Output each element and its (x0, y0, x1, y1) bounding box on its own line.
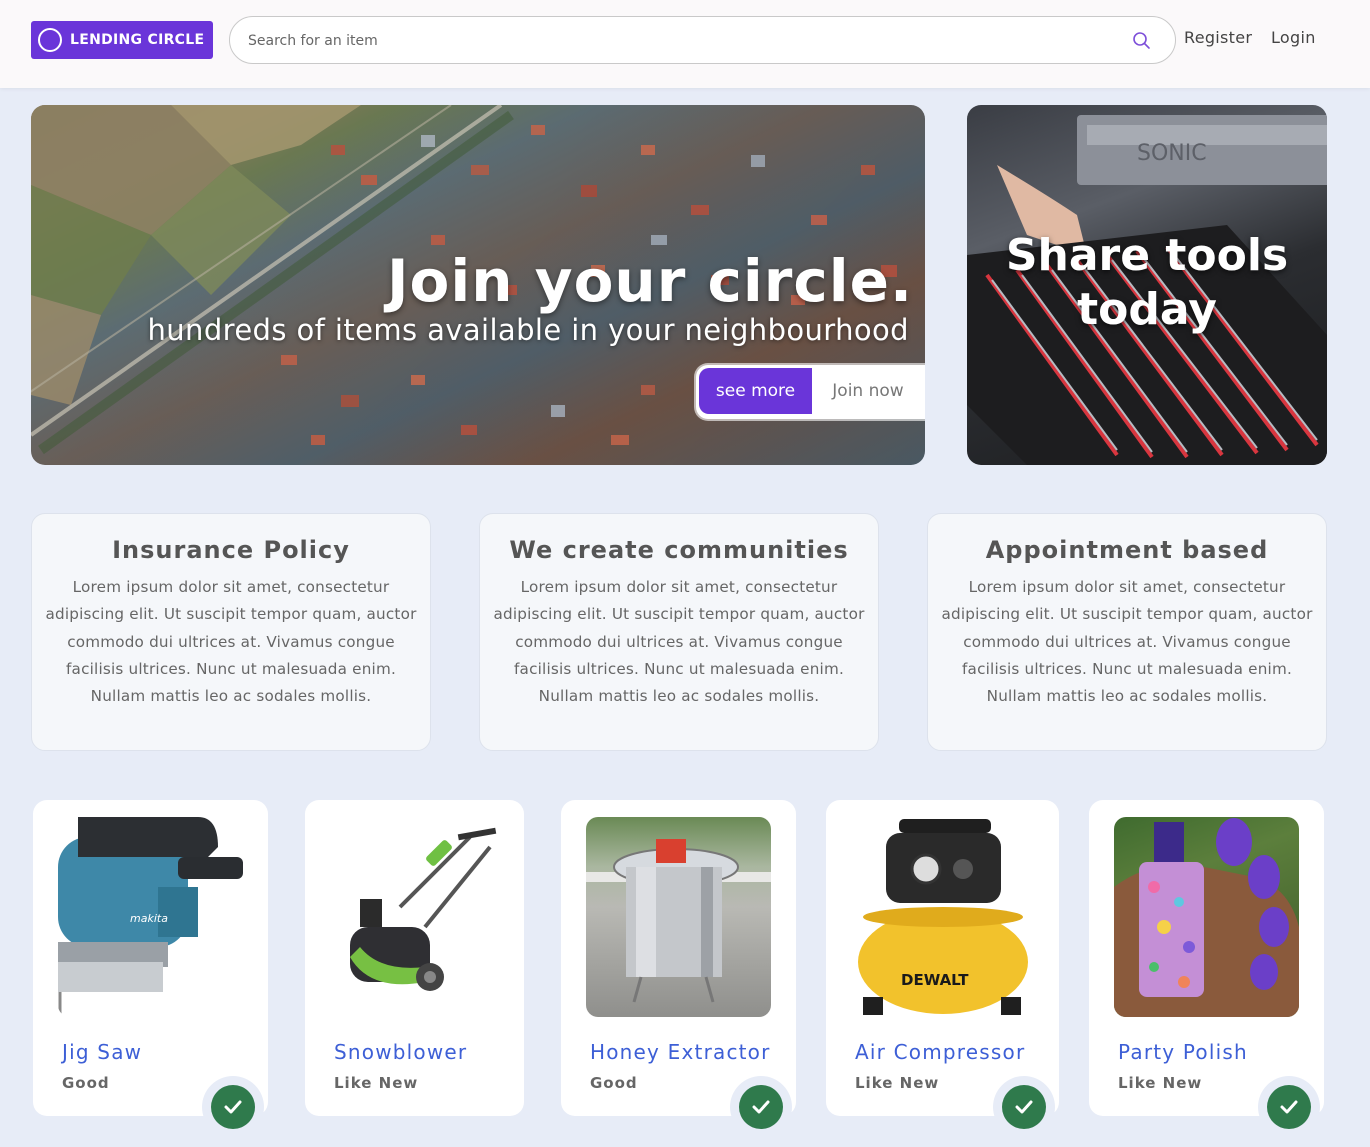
available-badge (993, 1076, 1055, 1138)
item-condition: Good (62, 1074, 110, 1092)
item-name[interactable]: Jig Saw (62, 1040, 142, 1064)
item-condition: Good (590, 1074, 638, 1092)
checkmark-icon (739, 1085, 783, 1129)
logo-text: LENDING CIRCLE (70, 32, 205, 48)
nail-polish-image (1114, 817, 1299, 1017)
search-bar (229, 16, 1176, 64)
toolbox-brand-text: SONIC (1137, 141, 1207, 166)
search-input[interactable] (248, 29, 1108, 53)
login-link[interactable]: Login (1271, 28, 1316, 47)
item-name[interactable]: Honey Extractor (590, 1040, 771, 1064)
register-link[interactable]: Register (1184, 28, 1252, 47)
circle-logo-icon (38, 28, 62, 52)
item-condition: Like New (855, 1074, 940, 1092)
item-condition: Like New (1118, 1074, 1203, 1092)
available-badge (1258, 1076, 1320, 1138)
hero-banner: Join your circle. hundreds of items avai… (31, 105, 925, 465)
info-card-insurance: Insurance Policy Lorem ipsum dolor sit a… (31, 513, 431, 751)
info-card-text: Lorem ipsum dolor sit amet, consectetur … (45, 578, 417, 706)
promo-line-2: today (1077, 284, 1217, 335)
available-badge (202, 1076, 264, 1138)
air-compressor-image: DEWALT (851, 817, 1036, 1017)
info-card-title: We create communities (509, 536, 849, 564)
info-card-title: Insurance Policy (112, 536, 350, 564)
snowblower-image (330, 817, 515, 1017)
checkmark-icon (1267, 1085, 1311, 1129)
checkmark-icon (211, 1085, 255, 1129)
info-card-communities: We create communities Lorem ipsum dolor … (479, 513, 879, 751)
item-card-jig-saw[interactable]: makita Jig Saw Good (33, 800, 268, 1138)
checkmark-icon (1002, 1085, 1046, 1129)
compressor-brand-text: DEWALT (901, 971, 969, 989)
item-card-snowblower[interactable]: Snowblower Like New (305, 800, 524, 1116)
item-name[interactable]: Party Polish (1118, 1040, 1248, 1064)
item-card-honey-extractor[interactable]: Honey Extractor Good (561, 800, 796, 1138)
honey-extractor-image (586, 817, 771, 1017)
hero-button-group: see more Join now (696, 365, 925, 419)
search-icon[interactable] (1131, 30, 1153, 52)
item-card-air-compressor[interactable]: DEWALT Air Compressor Like New (826, 800, 1059, 1138)
item-name[interactable]: Snowblower (334, 1040, 467, 1064)
available-badge (730, 1076, 792, 1138)
join-now-button[interactable]: Join now (814, 368, 922, 414)
promo-line-1: Share tools (1005, 230, 1289, 281)
item-name[interactable]: Air Compressor (855, 1040, 1025, 1064)
jig-saw-image: makita (58, 817, 243, 1017)
top-header: LENDING CIRCLE Register Login (0, 0, 1370, 88)
info-card-text: Lorem ipsum dolor sit amet, consectetur … (493, 578, 865, 706)
promo-title: Share tools today (967, 229, 1327, 337)
info-card-text: Lorem ipsum dolor sit amet, consectetur … (941, 578, 1313, 706)
see-more-button[interactable]: see more (699, 368, 812, 414)
jig-saw-brand-text: makita (130, 912, 168, 925)
hero-title: Join your circle. (386, 247, 913, 315)
share-tools-promo[interactable]: SONIC Share tools today (967, 105, 1327, 465)
hero-subtitle: hundreds of items available in your neig… (147, 313, 909, 347)
item-condition: Like New (334, 1074, 419, 1092)
item-card-party-polish[interactable]: Party Polish Like New (1089, 800, 1324, 1138)
info-card-appointment: Appointment based Lorem ipsum dolor sit … (927, 513, 1327, 751)
info-card-title: Appointment based (985, 536, 1269, 564)
lending-circle-logo[interactable]: LENDING CIRCLE (31, 21, 213, 59)
